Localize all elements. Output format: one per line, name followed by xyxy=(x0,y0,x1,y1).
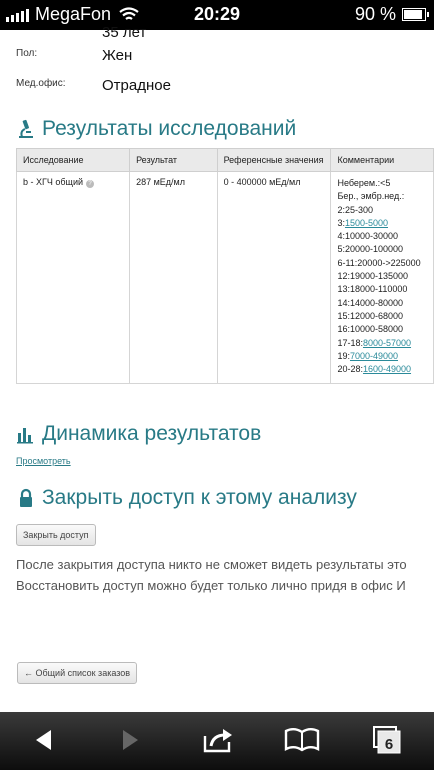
comment-link[interactable]: 1600-49000 xyxy=(363,364,411,374)
cell-result: 287 мЕд/мл xyxy=(129,171,218,384)
table-header-row: Исследование Результат Референсные значе… xyxy=(15,148,434,172)
comment-text: 14:14000-80000 xyxy=(337,297,404,308)
comment-line: 2:25-300 xyxy=(337,204,427,217)
comment-link[interactable]: 8000-57000 xyxy=(363,338,411,348)
bar-chart-icon xyxy=(17,428,33,444)
close-access-button[interactable]: Закрыть доступ xyxy=(16,524,96,546)
comment-line: 15:12000-68000 xyxy=(337,310,427,323)
close-access-note-1: После закрытия доступа никто не сможет в… xyxy=(16,557,407,572)
help-icon[interactable]: ? xyxy=(86,180,94,188)
comment-line: 14:14000-80000 xyxy=(337,297,427,310)
gender-label: Пол: xyxy=(16,48,38,59)
comment-line: 6-11:20000->225000 xyxy=(337,257,427,270)
comment-text: 16:10000-58000 xyxy=(337,324,404,335)
comment-line: 19:7000-49000 xyxy=(337,350,427,363)
comment-text: 17-18: xyxy=(337,337,363,348)
dynamics-title: Динамика результатов xyxy=(42,422,262,445)
view-dynamics-link[interactable]: Просмотреть xyxy=(16,456,71,466)
gender-row: Пол: Жен xyxy=(16,46,316,66)
header-reference: Референсные значения xyxy=(216,148,332,172)
comment-text: 12:19000-135000 xyxy=(337,271,409,282)
test-name: b - ХГЧ общий xyxy=(23,177,83,187)
browser-toolbar: 6 xyxy=(0,712,434,770)
share-icon[interactable] xyxy=(198,722,238,758)
bookmarks-icon[interactable] xyxy=(282,722,322,758)
comment-line: 5:20000-100000 xyxy=(337,243,427,256)
cell-comments: Неберем.:<5 Бер., эмбр.нед.: 2:25-300 3:150… xyxy=(330,171,434,384)
comment-line: Бер., эмбр.нед.: xyxy=(337,190,427,203)
office-value: Отрадное xyxy=(102,77,171,94)
table-row: b - ХГЧ общий? 287 мЕд/мл 0 - 400000 мЕд… xyxy=(15,171,434,384)
age-value: 35 лет xyxy=(102,24,147,41)
comment-line: 13:18000-110000 xyxy=(337,283,427,296)
comment-line: 17-18:8000-57000 xyxy=(337,337,427,350)
comment-text: 15:12000-68000 xyxy=(337,310,404,321)
results-title: Результаты исследований xyxy=(42,117,297,140)
close-access-heading: Закрыть доступ к этому анализу xyxy=(16,486,357,510)
office-label: Мед.офис: xyxy=(16,78,66,89)
comment-text: Бер., эмбр.нед.: xyxy=(337,191,405,202)
comment-line: 16:10000-58000 xyxy=(337,323,427,336)
comment-text: 4:10000-30000 xyxy=(337,231,399,242)
header-result: Результат xyxy=(129,148,218,172)
comment-link[interactable]: 7000-49000 xyxy=(350,351,398,361)
comment-text: 2:25-300 xyxy=(337,204,373,215)
comment-line: 4:10000-30000 xyxy=(337,230,427,243)
comment-line: 20-28:1600-49000 xyxy=(337,363,427,376)
results-table: Исследование Результат Референсные значе… xyxy=(15,148,434,384)
forward-arrow-icon[interactable] xyxy=(110,722,150,758)
gender-value: Жен xyxy=(102,47,133,64)
cell-reference: 0 - 400000 мЕд/мл xyxy=(216,171,332,384)
comment-text: 5:20000-100000 xyxy=(337,244,404,255)
comment-text: 19: xyxy=(337,350,350,361)
close-access-note-2: Восстановить доступ можно будет только л… xyxy=(16,578,406,593)
tabs-icon[interactable]: 6 xyxy=(366,722,406,758)
comment-text: 20-28: xyxy=(337,364,363,375)
comment-text: Неберем.:<5 xyxy=(337,178,391,188)
back-arrow-icon[interactable] xyxy=(24,722,64,758)
dynamics-heading: Динамика результатов xyxy=(16,422,261,446)
age-row: 35 лет xyxy=(16,22,316,42)
microscope-icon xyxy=(19,119,33,138)
tabs-count: 6 xyxy=(385,736,393,753)
office-row: Мед.офис: Отрадное xyxy=(16,76,316,96)
comment-line: 12:19000-135000 xyxy=(337,270,427,283)
comment-link[interactable]: 1500-5000 xyxy=(345,218,388,228)
results-heading: Результаты исследований xyxy=(16,117,296,141)
comment-line: Неберем.:<5 xyxy=(337,177,427,190)
comment-line: 3:1500-5000 xyxy=(337,217,427,230)
battery-percent: 90 % xyxy=(354,4,396,24)
comment-text: 3: xyxy=(337,217,345,228)
header-comments: Комментарии xyxy=(330,148,434,172)
back-to-orders-button[interactable]: ← Общий список заказов xyxy=(17,662,138,684)
comment-text: 6-11:20000->225000 xyxy=(337,257,421,268)
lock-icon xyxy=(20,488,32,507)
close-access-title: Закрыть доступ к этому анализу xyxy=(42,486,357,509)
comment-text: 13:18000-110000 xyxy=(337,284,408,295)
battery-icon xyxy=(402,8,429,21)
cell-test: b - ХГЧ общий? xyxy=(15,171,131,384)
header-test: Исследование xyxy=(15,148,131,172)
